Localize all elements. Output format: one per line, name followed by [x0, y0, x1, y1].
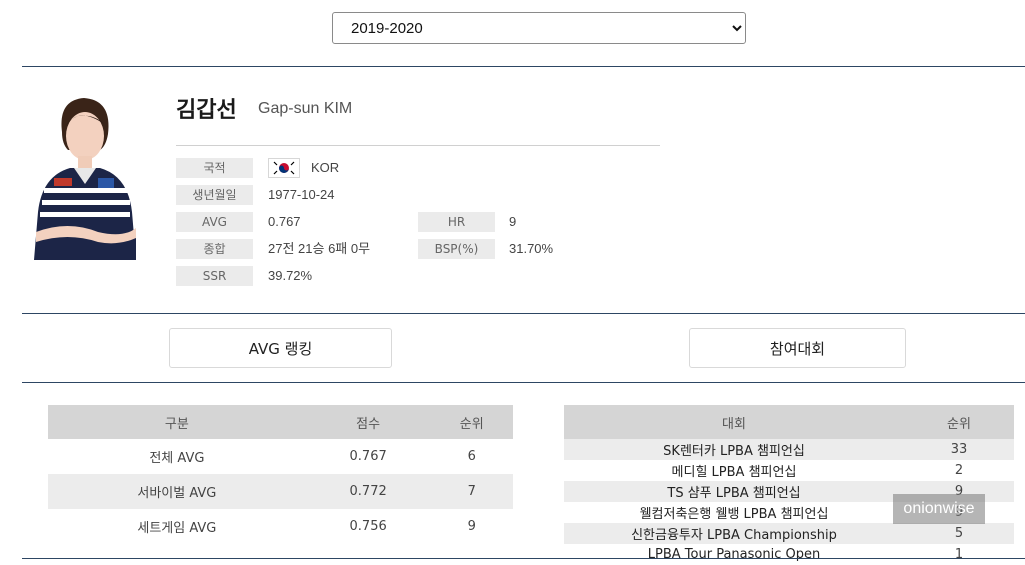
column-header-rank: 순위	[904, 405, 1014, 439]
table-row[interactable]: 메디힐 LPBA 챔피언십 2	[564, 460, 1014, 481]
tournament-rank: 5	[904, 523, 1014, 544]
korea-flag-icon	[268, 158, 300, 178]
bsp-label: BSP(%)	[418, 239, 495, 259]
record-value: 27전 21승 6패 0무	[268, 241, 371, 256]
table-row[interactable]: 신한금융투자 LPBA Championship 5	[564, 523, 1014, 544]
ssr-value: 39.72%	[268, 268, 313, 283]
tab-tournaments[interactable]: 참여대회	[689, 328, 906, 368]
tournament-name[interactable]: LPBA Tour Panasonic Open	[564, 544, 904, 565]
name-divider	[176, 145, 660, 146]
table-cell: 0.767	[349, 449, 387, 464]
column-header-category: 구분	[48, 405, 306, 439]
table-cell: 7	[430, 474, 513, 509]
tournament-rank: 2	[954, 463, 964, 478]
table-row: 전체 AVG 0.767 6	[48, 439, 513, 474]
tab-avg-ranking[interactable]: AVG 랭킹	[169, 328, 392, 368]
table-cell: 6	[467, 449, 476, 464]
table-header-row: 구분 점수 순위	[48, 405, 513, 439]
table-cell: 0.772	[305, 474, 431, 509]
table-header-row: 대회 순위	[564, 405, 1014, 439]
table-cell: 9	[467, 519, 476, 534]
player-name-english: Gap-sun KIM	[258, 100, 353, 117]
season-select[interactable]: 2019-2020	[332, 12, 746, 44]
table-cell: 0.756	[349, 519, 387, 534]
nationality-value: KOR	[311, 160, 340, 175]
birth-date-label: 생년월일	[176, 185, 253, 205]
tournament-name[interactable]: SK렌터카 LPBA 챔피언십	[564, 439, 904, 460]
avg-label: AVG	[176, 212, 253, 232]
column-header-tournament: 대회	[564, 405, 904, 439]
tournament-name[interactable]: 메디힐 LPBA 챔피언십	[564, 460, 904, 481]
table-row: 세트게임 AVG 0.756 9	[48, 509, 513, 544]
avg-ranking-table: 구분 점수 순위 전체 AVG 0.767 6 서바이벌 AVG 0.772 7…	[48, 405, 513, 544]
table-cell: 세트게임 AVG	[137, 521, 217, 536]
nationality-label: 국적	[176, 158, 253, 178]
divider-bottom	[22, 558, 1025, 559]
hr-label: HR	[418, 212, 495, 232]
tournament-name[interactable]: 웰컴저축은행 웰뱅 LPBA 챔피언십	[564, 502, 904, 523]
bsp-value: 31.70%	[509, 241, 554, 256]
column-header-score: 점수	[305, 405, 431, 439]
tournament-name[interactable]: TS 샴푸 LPBA 챔피언십	[564, 481, 904, 502]
birth-date-value: 1977-10-24	[268, 187, 335, 202]
column-header-rank: 순위	[430, 405, 513, 439]
table-row: 서바이벌 AVG 0.772 7	[48, 474, 513, 509]
table-cell: 서바이벌 AVG	[48, 474, 306, 509]
divider-tabs	[22, 382, 1025, 383]
tournament-rank: 1	[954, 547, 964, 562]
ssr-label: SSR	[176, 266, 253, 286]
record-label: 종합	[176, 239, 253, 259]
player-name-korean: 김갑선	[176, 98, 237, 123]
divider-middle	[22, 313, 1025, 314]
tournament-table: 대회 순위 SK렌터카 LPBA 챔피언십 33 메디힐 LPBA 챔피언십 2…	[564, 405, 1014, 565]
table-row[interactable]: LPBA Tour Panasonic Open 1	[564, 544, 1014, 565]
hr-value: 9	[509, 214, 517, 229]
watermark: onionwise	[893, 494, 985, 524]
tournament-name[interactable]: 신한금융투자 LPBA Championship	[564, 523, 904, 544]
table-cell: 전체 AVG	[149, 451, 205, 466]
table-row[interactable]: SK렌터카 LPBA 챔피언십 33	[564, 439, 1014, 460]
tournament-rank: 33	[904, 439, 1014, 460]
divider-top	[22, 66, 1025, 67]
player-photo	[34, 98, 136, 260]
avg-value: 0.767	[268, 214, 301, 229]
